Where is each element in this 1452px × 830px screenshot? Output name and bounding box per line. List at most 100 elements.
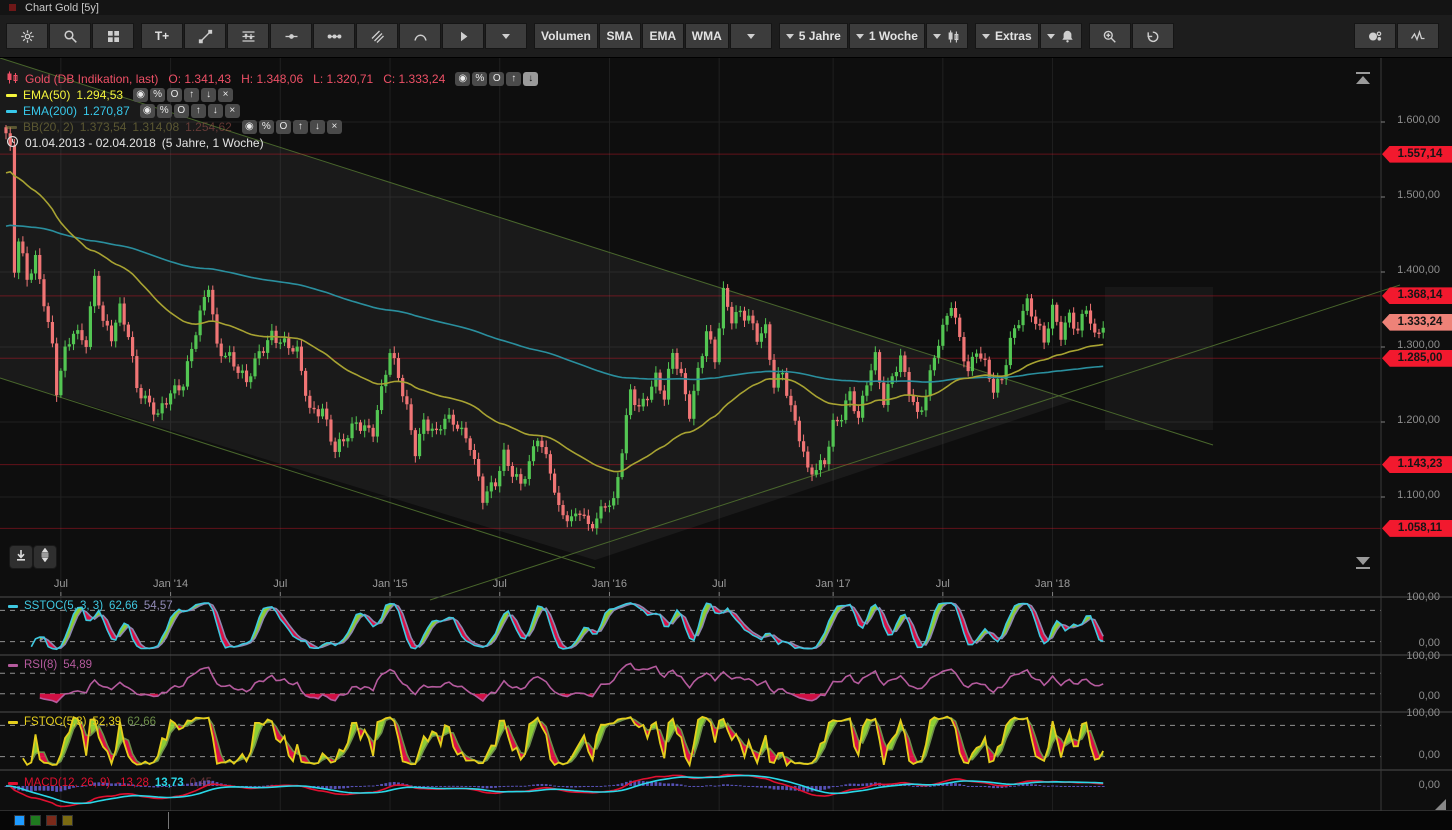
sma-button[interactable]: SMA xyxy=(599,23,641,49)
price-alert-flag[interactable]: 1.557,14 xyxy=(1382,146,1452,163)
extras-label: Extras xyxy=(995,29,1032,43)
macd-panel-label: MACD(12, 26, 9) -13,28 13,73 0,45 xyxy=(8,777,212,789)
zoom-in-icon xyxy=(1102,29,1117,44)
bubble-chart-button[interactable] xyxy=(1354,23,1396,49)
pointer-icon xyxy=(456,29,471,44)
price-axis-label: 1.100,00 xyxy=(1386,489,1440,501)
move-up-button[interactable]: ↑ xyxy=(293,120,308,134)
move-up-button[interactable]: ↑ xyxy=(184,88,199,102)
remove-button[interactable]: × xyxy=(327,120,342,134)
move-down-button[interactable]: ↓ xyxy=(201,88,216,102)
wma-button[interactable]: WMA xyxy=(685,23,729,49)
percent-scale-button[interactable]: % xyxy=(150,88,165,102)
panel-swatch-blue[interactable] xyxy=(14,815,25,826)
ohlc-open: O: 1.341,43 xyxy=(168,72,231,86)
interval-dropdown[interactable]: 1 Woche xyxy=(849,23,925,49)
macd-value: -13,28 xyxy=(116,777,149,789)
chart-legend: Gold (DB Indikation, last) O: 1.341,43 H… xyxy=(6,71,538,151)
candlestick-icon xyxy=(946,29,961,44)
pulse-icon xyxy=(1410,29,1426,44)
volume-button[interactable]: Volumen xyxy=(534,23,598,49)
interval-label: 1 Woche xyxy=(869,29,918,43)
retracement-icon xyxy=(241,29,256,44)
chart-type-dropdown[interactable] xyxy=(926,23,968,49)
panel-swatch-darkred[interactable] xyxy=(46,815,57,826)
origin-button[interactable]: O xyxy=(167,88,182,102)
visibility-button[interactable]: ◉ xyxy=(140,104,155,118)
move-panel-down-button[interactable] xyxy=(9,545,33,569)
dotted-line-tool-button[interactable] xyxy=(313,23,355,49)
chart-application-window: Chart Gold [5y] T+ Volumen SMA EMA WMA xyxy=(0,0,1452,830)
macd-title: MACD(12, 26, 9) xyxy=(24,777,110,789)
settings-button[interactable] xyxy=(6,23,48,49)
auto-scale-button[interactable] xyxy=(33,545,57,569)
extras-dropdown[interactable]: Extras xyxy=(975,23,1039,49)
remove-button[interactable]: × xyxy=(218,88,233,102)
ema50-swatch-icon xyxy=(6,94,17,97)
trendline-tool-button[interactable] xyxy=(184,23,226,49)
move-down-button[interactable]: ↓ xyxy=(523,72,538,86)
chevron-down-icon xyxy=(502,34,510,39)
time-axis-label: Jan '18 xyxy=(1025,578,1081,590)
chart-search-button[interactable] xyxy=(49,23,91,49)
price-alert-flag[interactable]: 1.058,11 xyxy=(1382,520,1452,537)
percent-scale-button[interactable]: % xyxy=(259,120,274,134)
ema200-label: EMA(200) xyxy=(23,104,77,118)
price-axis-label: 1.200,00 xyxy=(1386,414,1440,426)
arc-tool-button[interactable] xyxy=(399,23,441,49)
move-up-button[interactable]: ↑ xyxy=(506,72,521,86)
panel-resize-handle[interactable] xyxy=(1435,799,1446,810)
macd-hist-value: 0,45 xyxy=(190,777,212,789)
title-bar: Chart Gold [5y] xyxy=(0,0,1452,15)
origin-button[interactable]: O xyxy=(174,104,189,118)
zoom-in-button[interactable] xyxy=(1089,23,1131,49)
bb-upper-value: 1.373,54 xyxy=(80,120,127,134)
macd-signal-value: 13,73 xyxy=(155,777,184,789)
drawing-tools-dropdown[interactable] xyxy=(485,23,527,49)
rsi-panel-label: RSI(8) 54,89 xyxy=(8,659,92,671)
chevron-down-icon xyxy=(982,34,990,39)
range-dropdown[interactable]: 5 Jahre xyxy=(779,23,848,49)
visibility-button[interactable]: ◉ xyxy=(455,72,470,86)
price-scroll-down-button[interactable] xyxy=(1355,557,1371,571)
time-axis-label: Jan '16 xyxy=(581,578,637,590)
indicator-axis-label: 100,00 xyxy=(1386,591,1440,603)
move-down-button[interactable]: ↓ xyxy=(310,120,325,134)
indicator-dropdown[interactable] xyxy=(730,23,772,49)
sstoc-value-d: 54,57 xyxy=(144,600,173,612)
origin-button[interactable]: O xyxy=(276,120,291,134)
retracement-tool-button[interactable] xyxy=(227,23,269,49)
pointer-tool-button[interactable] xyxy=(442,23,484,49)
visibility-button[interactable]: ◉ xyxy=(133,88,148,102)
bb-middle-value: 1.314,08 xyxy=(132,120,179,134)
ema-button[interactable]: EMA xyxy=(642,23,684,49)
time-axis-label: Jan '14 xyxy=(143,578,199,590)
price-scroll-up-button[interactable] xyxy=(1355,70,1371,84)
percent-scale-button[interactable]: % xyxy=(157,104,172,118)
panel-swatch-green[interactable] xyxy=(30,815,41,826)
price-alert-flag[interactable]: 1.143,23 xyxy=(1382,456,1452,473)
grid-icon xyxy=(106,29,121,44)
undo-button[interactable] xyxy=(1132,23,1174,49)
horizontal-line-tool-button[interactable] xyxy=(270,23,312,49)
price-alert-flag[interactable]: 1.368,14 xyxy=(1382,287,1452,304)
alerts-dropdown[interactable] xyxy=(1040,23,1082,49)
text-tool-button[interactable]: T+ xyxy=(141,23,183,49)
clock-icon xyxy=(6,135,19,151)
origin-button[interactable]: O xyxy=(489,72,504,86)
gold-candle-icon xyxy=(6,71,19,87)
visibility-button[interactable]: ◉ xyxy=(242,120,257,134)
move-up-button[interactable]: ↑ xyxy=(191,104,206,118)
bb-swatch-icon xyxy=(6,126,17,129)
percent-scale-button[interactable]: % xyxy=(472,72,487,86)
line-chart-button[interactable] xyxy=(1397,23,1439,49)
price-alert-flag[interactable]: 1.285,00 xyxy=(1382,350,1452,367)
layout-button[interactable] xyxy=(92,23,134,49)
ema200-value: 1.270,87 xyxy=(83,104,130,118)
eraser-tool-button[interactable] xyxy=(356,23,398,49)
move-down-button[interactable]: ↓ xyxy=(208,104,223,118)
arc-icon xyxy=(413,29,428,44)
eraser-icon xyxy=(370,29,385,44)
panel-swatch-olive[interactable] xyxy=(62,815,73,826)
remove-button[interactable]: × xyxy=(225,104,240,118)
